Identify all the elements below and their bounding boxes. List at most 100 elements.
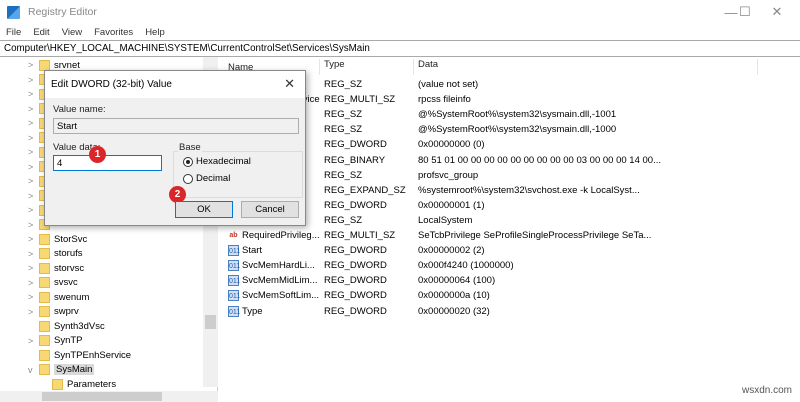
dialog-close-icon[interactable]: ✕ (284, 76, 295, 92)
string-value-icon: ab (229, 232, 238, 239)
registry-app-icon (7, 5, 20, 19)
chevron-right-icon[interactable]: > (28, 89, 33, 99)
chevron-right-icon[interactable]: > (28, 278, 33, 288)
value-row[interactable]: 011 SvcMemMidLim... REG_DWORD 0x00000064 (1… (222, 273, 800, 288)
value-data-cell: 0x00000001 (1) (418, 199, 485, 211)
chevron-right-icon[interactable]: > (28, 205, 33, 215)
value-row[interactable]: abREG_EXPAND_SZ%systemroot%\system32\svc… (222, 183, 800, 198)
tree-item[interactable]: > storufs (0, 247, 203, 261)
chevron-right-icon[interactable]: > (28, 176, 33, 186)
header-type[interactable]: Type (324, 59, 414, 75)
value-type-cell: REG_DWORD (324, 199, 387, 211)
radio-selected-icon (183, 156, 193, 167)
chevron-right-icon[interactable]: > (28, 133, 33, 143)
tree-item[interactable]: > SynTP (0, 334, 203, 348)
menu-favorites[interactable]: Favorites (94, 27, 133, 38)
tree-item[interactable]: v SysMain (0, 363, 203, 377)
header-data[interactable]: Data (418, 59, 758, 75)
chevron-right-icon[interactable]: > (28, 220, 33, 230)
chevron-right-icon[interactable]: > (28, 307, 33, 317)
chevron-right-icon[interactable]: > (28, 234, 33, 244)
chevron-right-icon[interactable]: > (28, 191, 33, 201)
address-bar[interactable]: Computer\HKEY_LOCAL_MACHINE\SYSTEM\Curre… (0, 40, 800, 57)
scroll-thumb[interactable] (205, 315, 216, 329)
tree-item[interactable]: SynTPEnhService (0, 348, 203, 362)
radio-unselected-icon (183, 173, 193, 184)
menu-help[interactable]: Help (145, 27, 165, 38)
cancel-button[interactable]: Cancel (241, 201, 299, 218)
tree-item[interactable]: > swenum (0, 290, 203, 304)
tree-item[interactable]: > storvsc (0, 261, 203, 275)
value-data-cell: @%SystemRoot%\system32\sysmain.dll,-1001 (418, 109, 617, 121)
value-type-cell: REG_MULTI_SZ (324, 230, 396, 241)
tree-item[interactable]: > svsvc (0, 276, 203, 290)
chevron-right-icon[interactable]: > (28, 60, 33, 70)
value-data-cell: 0x00000064 (100) (418, 275, 496, 287)
hexadecimal-radio[interactable]: Hexadecimal (183, 156, 251, 167)
value-name: Start (242, 245, 263, 257)
value-name-label: Value name: (53, 104, 106, 115)
value-row[interactable]: abREG_SZprofsvc_group (222, 168, 800, 183)
menu-view[interactable]: View (62, 27, 82, 38)
value-type-cell: REG_DWORD (324, 305, 387, 317)
hex-label: Hexadecimal (196, 156, 251, 167)
tree-item[interactable]: > StorSvc (0, 232, 203, 246)
chevron-right-icon[interactable]: > (28, 292, 33, 302)
tree-item-label: SynTPEnhService (54, 349, 132, 361)
tree-item[interactable]: Synth3dVsc (0, 319, 203, 333)
value-name: RequiredPrivileg... (242, 230, 320, 241)
value-data-cell: rpcss fileinfo (418, 94, 471, 106)
value-row[interactable]: abREG_SZ@%SystemRoot%\system32\sysmain.d… (222, 107, 800, 122)
menu-bar: File Edit View Favorites Help (0, 24, 177, 40)
value-type-cell: REG_EXPAND_SZ (324, 184, 406, 196)
chevron-right-icon[interactable]: > (28, 75, 33, 85)
folder-icon (39, 320, 50, 332)
value-row[interactable]: 011 Start REG_DWORD 0x00000002 (2) (222, 243, 800, 258)
folder-icon (39, 349, 50, 361)
value-name-field: Start (53, 118, 299, 134)
decimal-radio[interactable]: Decimal (183, 173, 230, 184)
tree-item-label: Parameters (67, 378, 117, 390)
value-row[interactable]: 011REG_BINARY80 51 01 00 00 00 00 00 00 … (222, 153, 800, 168)
value-type-cell: REG_SZ (324, 79, 363, 90)
value-name-cell: 011 SvcMemHardLi... (228, 260, 320, 272)
menu-edit[interactable]: Edit (33, 27, 49, 38)
chevron-down-icon[interactable]: v (28, 365, 33, 375)
value-type-cell: REG_DWORD (324, 275, 387, 287)
hscroll-thumb[interactable] (42, 392, 162, 401)
value-name-cell: 011 SvcMemMidLim... (228, 275, 320, 287)
tree-item-label: SynTP (54, 335, 83, 346)
ok-button[interactable]: OK (175, 201, 233, 218)
value-row[interactable]: ab RequiredPrivileg... REG_MULTI_SZ SeTcbPr… (222, 228, 800, 243)
tree-item[interactable]: > swprv (0, 305, 203, 319)
folder-icon (39, 233, 50, 245)
chevron-right-icon[interactable]: > (28, 336, 33, 346)
tree-horizontal-scrollbar[interactable] (0, 391, 218, 402)
value-row[interactable]: 011REG_DWORD0x00000000 (0) (222, 137, 800, 152)
value-row[interactable]: abREG_SZ@%SystemRoot%\system32\sysmain.d… (222, 122, 800, 137)
chevron-right-icon[interactable]: > (28, 249, 33, 259)
values-list: Name Type Data ab REG_SZ (value not set) ab… (222, 57, 800, 402)
folder-icon (39, 306, 50, 317)
value-row[interactable]: abDependOnServiceREG_MULTI_SZrpcss filei… (222, 92, 800, 107)
value-row[interactable]: abREG_SZLocalSystem (222, 213, 800, 228)
value-row[interactable]: 011 Type REG_DWORD 0x00000020 (32) (222, 304, 800, 319)
value-row[interactable]: abREG_SZ(value not set) (222, 77, 800, 92)
folder-icon (39, 364, 50, 375)
value-type-cell: REG_DWORD (324, 245, 387, 257)
chevron-right-icon[interactable]: > (28, 263, 33, 273)
close-button[interactable]: ✕ (754, 0, 800, 24)
value-row[interactable]: 011REG_DWORD0x00000001 (1) (222, 198, 800, 213)
chevron-right-icon[interactable]: > (28, 118, 33, 128)
value-data-input[interactable]: 4 (53, 155, 162, 171)
chevron-right-icon[interactable]: > (28, 162, 33, 172)
tree-item-label: svsvc (54, 277, 78, 288)
chevron-right-icon[interactable]: > (28, 104, 33, 114)
value-data-cell: 0x000f4240 (1000000) (418, 260, 514, 272)
tree-item[interactable]: Parameters (0, 377, 203, 391)
value-row[interactable]: 011 SvcMemSoftLim... REG_DWORD 0x0000000a (… (222, 288, 800, 303)
menu-file[interactable]: File (6, 27, 21, 38)
value-row[interactable]: 011 SvcMemHardLi... REG_DWORD 0x000f4240 (1… (222, 258, 800, 273)
chevron-right-icon[interactable]: > (28, 147, 33, 157)
value-name-cell: 011 Type (228, 305, 320, 317)
